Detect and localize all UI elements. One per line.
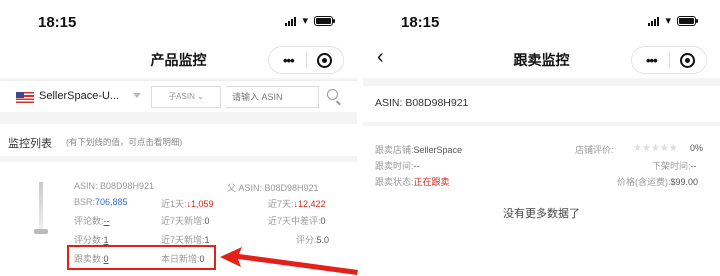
price-value: $99.00	[670, 177, 699, 187]
system-icons: ▾	[285, 15, 335, 27]
time-value: --	[413, 161, 420, 171]
offline-value: --	[690, 161, 697, 171]
new-reviews-value: 0	[204, 216, 210, 226]
list-hint: (有下划线的值，可点击看明细)	[66, 137, 183, 147]
search-icon[interactable]	[327, 89, 338, 100]
store-row: 跟卖店铺:SellerSpace	[375, 143, 462, 156]
status-time-right: 18:15	[401, 14, 440, 31]
new-reviews-label: 近7天新增:	[161, 216, 205, 226]
asin-header: ASIN: B08D98H921	[363, 86, 720, 122]
price-label: 价格(含运费):	[617, 177, 671, 187]
list-header: 监控列表 (有下划线的值，可点击看明细)	[0, 124, 357, 156]
time-label: 跟卖时间:	[375, 161, 414, 171]
asin-title: ASIN: B08D98H921	[375, 97, 469, 109]
signal-icon	[648, 16, 660, 26]
asin-type-select[interactable]: 子ASIN ⌄	[151, 86, 221, 108]
d1-metric: 近1天:↓1,059	[161, 197, 214, 210]
mini-program-capsule: •••	[268, 46, 344, 74]
price-row: 价格(含运费):$99.00	[617, 175, 698, 188]
bsr-metric: BSR:706,885	[74, 197, 128, 207]
store-value: SellerSpace	[413, 145, 463, 155]
offline-label: 下架时间:	[652, 161, 691, 171]
annotation-arrow-icon	[220, 247, 358, 275]
product-thumbnail	[30, 182, 52, 236]
d1-value: ↓1,059	[186, 199, 214, 209]
state-label: 跟卖状态:	[375, 177, 414, 187]
store-selector[interactable]: SellerSpace-U...	[39, 90, 119, 102]
follow-sell-monitor-screen: 18:15 ▾ ‹ 跟卖监控 ••• ASIN: B08D98H921 跟卖店铺…	[363, 0, 720, 276]
capsule-divider	[669, 53, 670, 68]
asin-search-input[interactable]: 请输入 ASIN	[226, 86, 319, 108]
parent-asin-label: 父 ASIN: B08D98H921	[227, 183, 319, 193]
wifi-icon: ▾	[665, 15, 671, 27]
bsr-label: BSR:	[74, 197, 96, 207]
reviews-label: 评论数:	[74, 216, 104, 226]
bsr-value[interactable]: 706,885	[95, 197, 128, 207]
status-bar-right: 18:15 ▾	[363, 0, 720, 40]
new-reviews-metric: 近7天新增:0	[161, 214, 210, 227]
new-ratings-value: 1	[204, 235, 210, 245]
nav-bar-right: ‹ 跟卖监控 •••	[363, 40, 720, 78]
dropdown-arrow-icon[interactable]	[133, 93, 141, 98]
status-time: 18:15	[38, 14, 77, 31]
rating-value: 0%	[690, 143, 704, 153]
d7-metric: 近7天:↓12,422	[268, 197, 326, 210]
d7-label: 近7天:	[268, 199, 294, 209]
reviews-metric: 评论数:--	[74, 214, 110, 227]
state-value: 正在跟卖	[413, 177, 450, 187]
list-title: 监控列表	[8, 138, 52, 150]
neg-reviews-metric: 近7天中差评:0	[268, 214, 326, 227]
signal-icon	[285, 16, 297, 26]
nav-bar: 产品监控 •••	[0, 40, 357, 78]
capsule-divider	[306, 53, 307, 68]
offline-row: 下架时间:--	[652, 159, 697, 172]
status-bar: 18:15 ▾	[0, 0, 357, 40]
more-icon[interactable]: •••	[646, 53, 658, 68]
ratings-value[interactable]: 1	[104, 235, 109, 245]
d1-label: 近1天:	[161, 199, 187, 209]
store-label: 跟卖店铺:	[375, 145, 414, 155]
system-icons-right: ▾	[648, 15, 698, 27]
new-ratings-label: 近7天新增:	[161, 235, 205, 245]
ratings-label: 评分数:	[74, 235, 104, 245]
neg-reviews-value: 0	[320, 216, 326, 226]
reviews-value[interactable]: --	[104, 216, 110, 226]
highlight-box	[67, 245, 216, 270]
close-target-icon[interactable]	[680, 53, 695, 68]
rating-label: 店铺评价:	[575, 145, 614, 155]
d7-value: ↓12,422	[293, 199, 326, 209]
us-flag-icon	[16, 92, 34, 103]
more-icon[interactable]: •••	[283, 53, 295, 68]
asin-label: ASIN: B08D98H921	[74, 181, 155, 191]
battery-icon	[677, 16, 698, 26]
product-monitor-screen: 18:15 ▾ 产品监控 ••• SellerSpace-U... 子ASIN …	[0, 0, 357, 276]
no-more-data-text: 没有更多数据了	[503, 208, 580, 220]
neg-reviews-label: 近7天中差评:	[268, 216, 321, 226]
close-target-icon[interactable]	[317, 53, 332, 68]
search-bar: SellerSpace-U... 子ASIN ⌄ 请输入 ASIN	[0, 80, 357, 112]
time-row: 跟卖时间:--	[375, 159, 420, 172]
state-row: 跟卖状态:正在跟卖	[375, 175, 450, 188]
battery-icon	[314, 16, 335, 26]
rating-stars-icon: ★★★★★	[633, 143, 678, 154]
screenshot-stage: 18:15 ▾ 产品监控 ••• SellerSpace-U... 子ASIN …	[0, 0, 720, 276]
mini-program-capsule-right: •••	[631, 46, 707, 74]
wifi-icon: ▾	[302, 15, 308, 27]
